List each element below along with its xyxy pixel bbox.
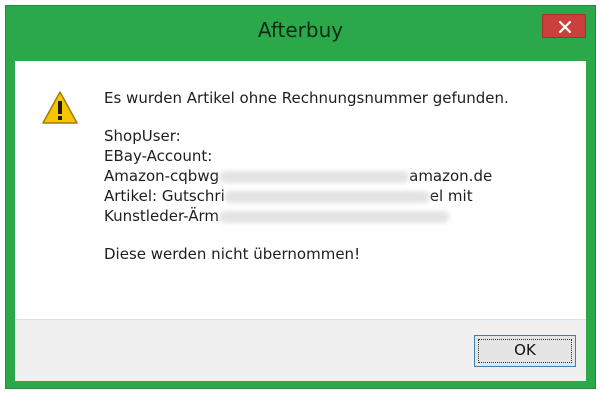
message-heading: Es wurden Artikel ohne Rechnungsnummer g… <box>104 89 509 107</box>
button-bar: OK <box>15 319 586 381</box>
footer-message: Diese werden nicht übernommen! <box>104 245 361 263</box>
message-text: Es wurden Artikel ohne Rechnungsnummer g… <box>104 88 574 264</box>
artikel-prefix: Artikel: Gutschri <box>104 187 225 205</box>
dialog-content: Es wurden Artikel ohne Rechnungsnummer g… <box>15 61 586 381</box>
warning-icon <box>42 91 78 124</box>
amazon-account-prefix: Amazon-cqbwg <box>104 167 220 185</box>
redacted-region <box>224 190 430 203</box>
ok-button[interactable]: OK <box>474 335 576 367</box>
kunstleder-prefix: Kunstleder-Ärm <box>104 207 220 225</box>
dialog-window: Afterbuy Es wurden Artikel ohne Rechnung… <box>5 5 596 389</box>
artikel-line: Artikel: Gutschri el mit <box>104 186 574 206</box>
amazon-account-line: Amazon-cqbwg amazon.de <box>104 166 574 186</box>
redacted-region <box>219 210 450 223</box>
shop-user-label: ShopUser: <box>104 127 181 145</box>
amazon-account-suffix: amazon.de <box>409 167 493 185</box>
artikel-suffix: el mit <box>429 187 473 205</box>
title-bar[interactable]: Afterbuy <box>6 6 595 60</box>
ok-button-label: OK <box>514 341 536 359</box>
ebay-account-label: EBay-Account: <box>104 147 213 165</box>
redacted-region <box>219 170 410 183</box>
close-icon <box>559 21 571 33</box>
window-title: Afterbuy <box>257 18 344 42</box>
close-button[interactable] <box>542 14 586 38</box>
kunstleder-line: Kunstleder-Ärm <box>104 206 574 226</box>
